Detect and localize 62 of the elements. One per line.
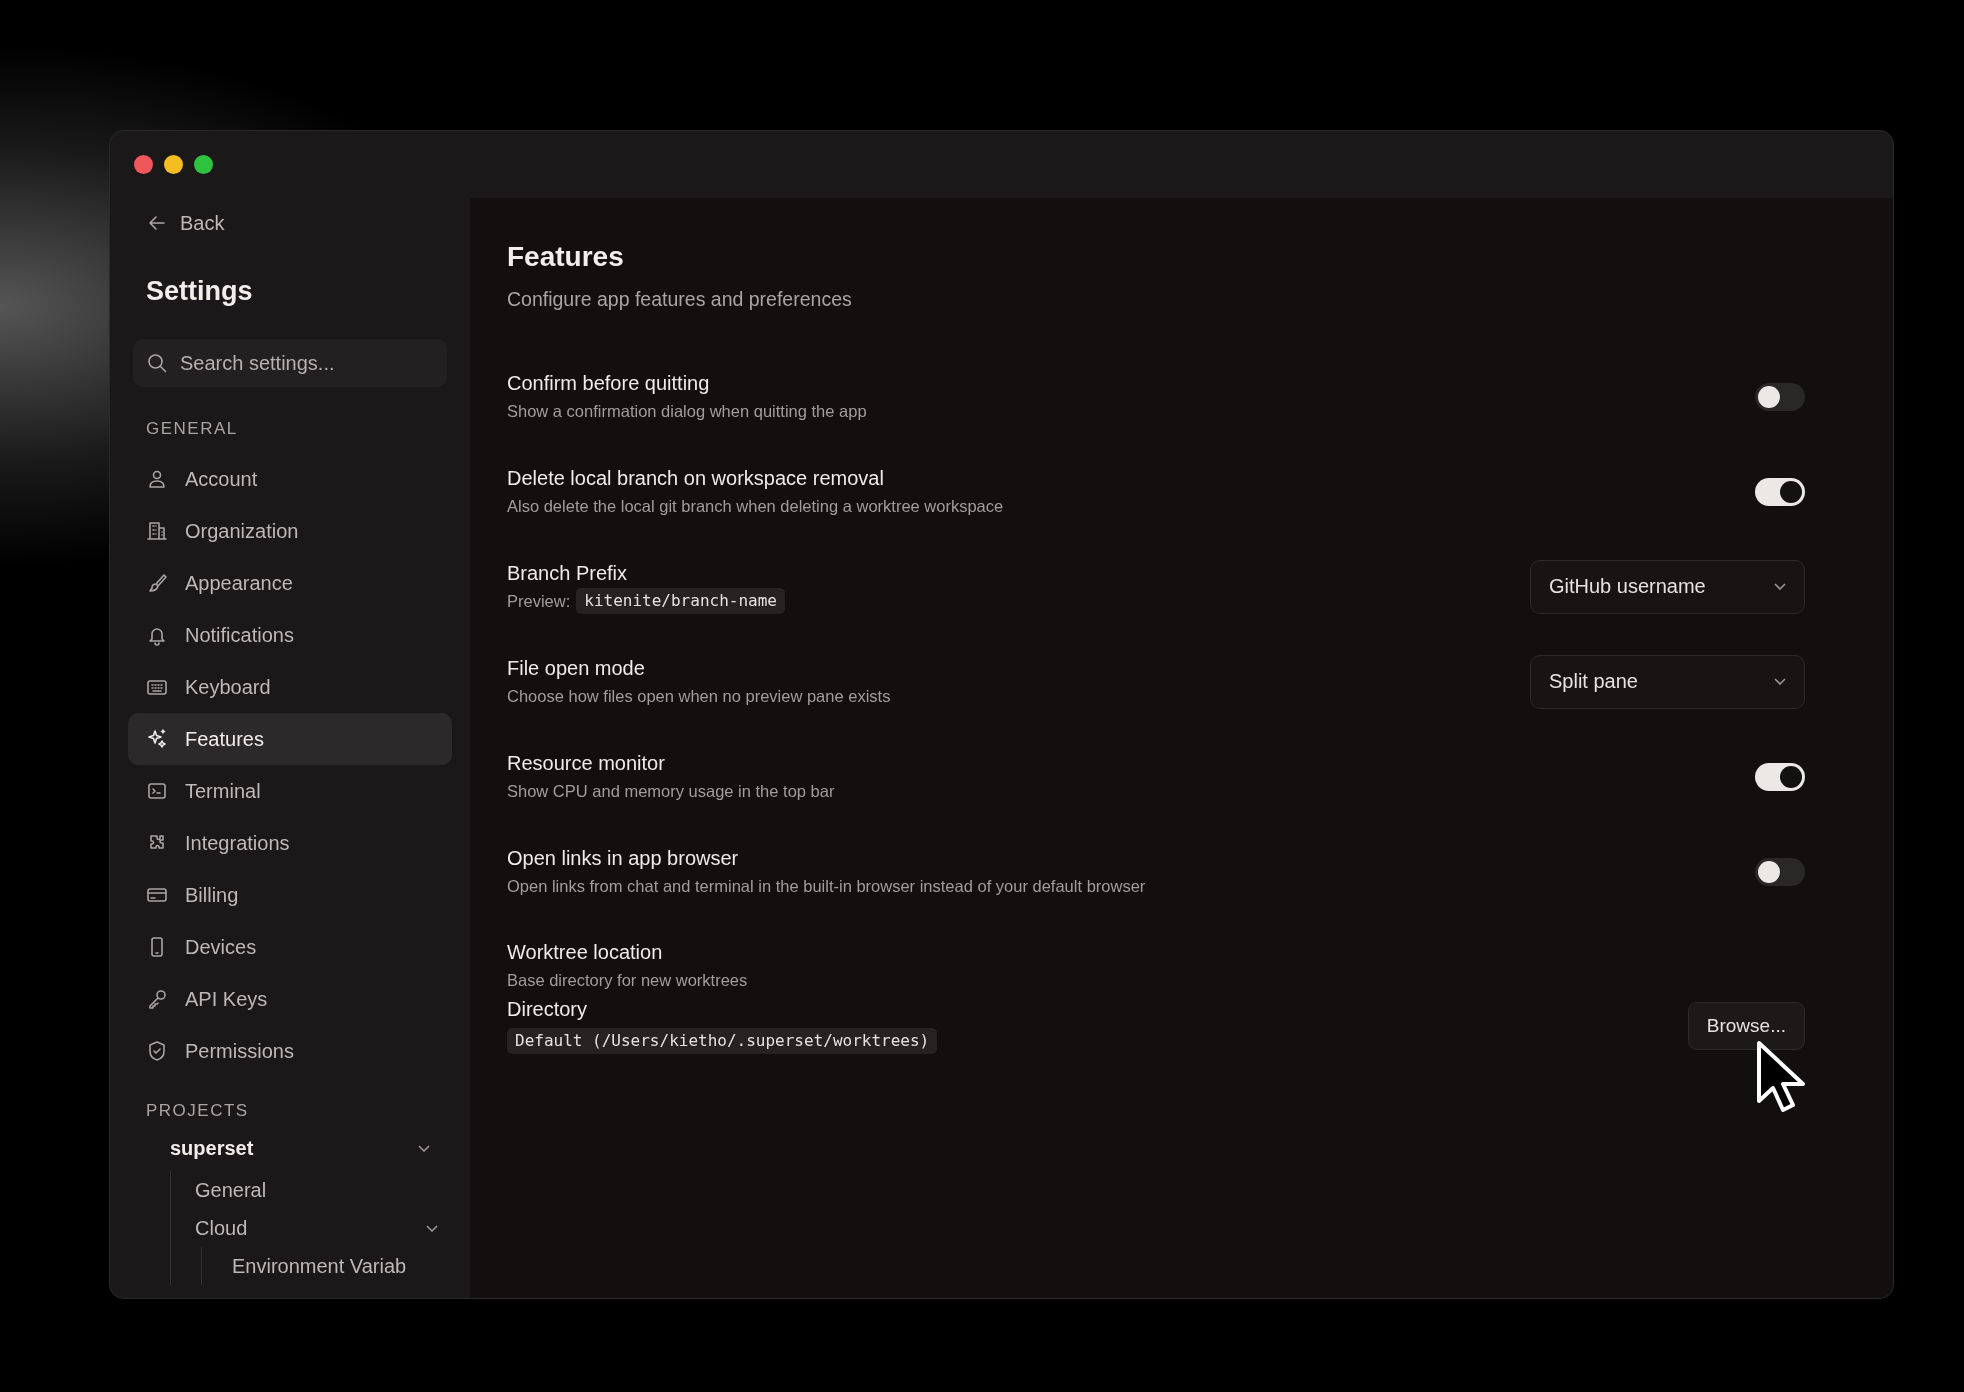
close-button[interactable] bbox=[134, 155, 153, 174]
toggle-switch[interactable] bbox=[1755, 477, 1805, 506]
setting-title: Resource monitor bbox=[507, 751, 666, 776]
setting-description: Show a confirmation dialog when quitting the app bbox=[507, 401, 867, 422]
select-dropdown[interactable]: GitHub username bbox=[1530, 559, 1805, 614]
tree-item[interactable]: General bbox=[195, 1171, 452, 1209]
search-field[interactable]: Search settings... bbox=[133, 339, 447, 387]
browse-button[interactable]: Browse... bbox=[1687, 1002, 1805, 1050]
chevron-down-icon[interactable] bbox=[418, 1144, 430, 1152]
minimize-button[interactable] bbox=[164, 155, 183, 174]
sidebar-item[interactable]: Integrations bbox=[128, 817, 452, 869]
setting-title: File open mode bbox=[507, 656, 646, 681]
section-heading: GENERAL bbox=[146, 419, 239, 439]
setting-description: Base directory for new worktrees bbox=[507, 970, 749, 991]
back-link[interactable]: Back bbox=[128, 198, 452, 228]
sidebar-item[interactable]: Devices bbox=[128, 921, 452, 973]
zoom-button[interactable] bbox=[194, 155, 213, 174]
sidebar-item[interactable]: Features bbox=[128, 713, 452, 765]
sidebar-item[interactable]: Notifications bbox=[128, 609, 452, 661]
tree-item[interactable]: Cloud bbox=[195, 1209, 452, 1247]
sidebar-item[interactable]: Account bbox=[128, 453, 452, 505]
toggle-switch[interactable] bbox=[1755, 382, 1805, 411]
chevron-down-icon bbox=[1774, 678, 1786, 685]
chevron-down-icon bbox=[1774, 583, 1786, 590]
preview-value: kitenite/branch-name bbox=[576, 587, 785, 614]
sidebar-item[interactable]: Terminal bbox=[128, 765, 452, 817]
setting-description: Choose how files open when no preview pane exists bbox=[507, 686, 891, 707]
sidebar-item[interactable]: Organization bbox=[128, 505, 452, 557]
item-icon bbox=[146, 468, 168, 490]
page-title: Features bbox=[507, 240, 625, 274]
item-icon bbox=[146, 1040, 168, 1062]
setting-title: Branch Prefix bbox=[507, 560, 629, 586]
mouse-cursor-icon bbox=[1756, 1040, 1806, 1114]
preview-label: Preview: bbox=[507, 590, 571, 612]
sidebar-item[interactable]: Appearance bbox=[128, 557, 452, 609]
sidebar-item[interactable]: API Keys bbox=[128, 973, 452, 1025]
chevron-down-icon[interactable] bbox=[426, 1224, 438, 1232]
setting-description: Also delete the local git branch when deleting a worktree workspace bbox=[507, 496, 1004, 517]
section-heading: PROJECTS bbox=[146, 1101, 250, 1121]
setting-title: Delete local branch on workspace removal bbox=[507, 466, 885, 491]
item-icon bbox=[146, 728, 168, 750]
sidebar-item[interactable]: Keyboard bbox=[128, 661, 452, 713]
sidebar-item[interactable]: Billing bbox=[128, 869, 452, 921]
field-label: Directory bbox=[507, 997, 588, 1022]
item-icon bbox=[146, 988, 168, 1010]
sidebar-title: Settings bbox=[146, 276, 254, 307]
toggle-switch[interactable] bbox=[1755, 857, 1805, 886]
select-dropdown[interactable]: Split pane bbox=[1530, 654, 1805, 709]
tree-item[interactable]: Environment Variab bbox=[232, 1247, 452, 1285]
setting-description: Open links from chat and terminal in the built-in browser instead of your default browser bbox=[507, 876, 1146, 897]
setting-title: Confirm before quitting bbox=[507, 371, 711, 396]
setting-description: Show CPU and memory usage in the top bar bbox=[507, 781, 835, 802]
setting-title: Worktree location bbox=[507, 940, 664, 965]
setting-title: Open links in app browser bbox=[507, 846, 740, 871]
toggle-switch[interactable] bbox=[1755, 762, 1805, 791]
item-icon bbox=[146, 572, 168, 594]
tree-item[interactable]: superset bbox=[128, 1125, 452, 1171]
page-subtitle: Configure app features and preferences bbox=[507, 288, 853, 311]
item-icon bbox=[146, 780, 168, 802]
item-icon bbox=[146, 520, 168, 542]
directory-path: Default (/Users/kietho/.superset/worktrees) bbox=[507, 1028, 938, 1054]
sidebar-item[interactable]: Permissions bbox=[128, 1025, 452, 1077]
